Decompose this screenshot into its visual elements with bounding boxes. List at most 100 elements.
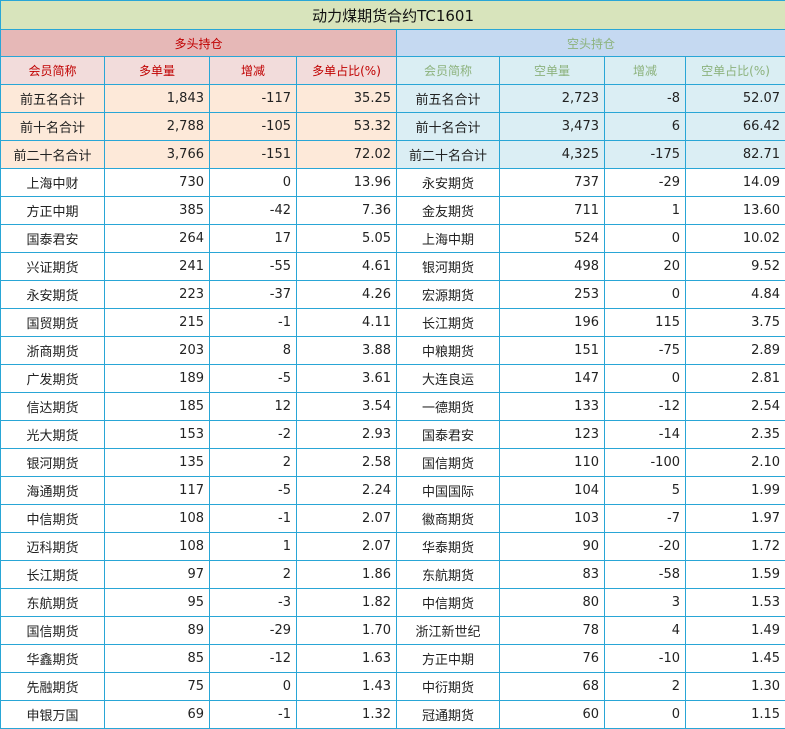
long-share-cell: 7.36 [296, 196, 397, 225]
long-member-cell: 申银万国 [0, 700, 105, 729]
short-volume-cell: 498 [499, 252, 605, 281]
short-change-cell: -10 [604, 644, 686, 673]
long-change-cell: -42 [209, 196, 297, 225]
short-change-cell: -75 [604, 336, 686, 365]
long-change-cell: -1 [209, 700, 297, 729]
long-change-cell: -117 [209, 84, 297, 113]
long-volume-cell: 95 [104, 588, 210, 617]
short-change-cell: 3 [604, 588, 686, 617]
long-member-cell: 中信期货 [0, 504, 105, 533]
long-member-cell: 迈科期货 [0, 532, 105, 561]
long-share-cell: 2.07 [296, 504, 397, 533]
long-change-cell: -37 [209, 280, 297, 309]
summary-row: 前十名合计 2,788 -105 53.32 前十名合计 3,473 6 66.42 [0, 112, 785, 141]
short-change-cell: -58 [604, 560, 686, 589]
short-member-cell: 前十名合计 [396, 112, 500, 141]
short-member-cell: 永安期货 [396, 168, 500, 197]
long-member-cell: 先融期货 [0, 672, 105, 701]
short-share-cell: 1.15 [684, 700, 785, 729]
long-change-cell: 8 [209, 336, 297, 365]
long-volume-cell: 223 [104, 280, 210, 309]
short-change-cell: -175 [604, 140, 686, 169]
long-member-cell: 前二十名合计 [0, 140, 105, 169]
short-volume-cell: 103 [499, 504, 605, 533]
long-member-cell: 兴证期货 [0, 252, 105, 281]
header-long-share: 多单占比(%) [296, 56, 397, 85]
long-share-cell: 53.32 [296, 112, 397, 141]
short-share-cell: 1.45 [684, 644, 785, 673]
short-share-cell: 13.60 [684, 196, 785, 225]
short-volume-cell: 253 [499, 280, 605, 309]
long-share-cell: 4.61 [296, 252, 397, 281]
short-share-cell: 2.54 [684, 392, 785, 421]
short-share-cell: 82.71 [684, 140, 785, 169]
long-share-cell: 2.07 [296, 532, 397, 561]
short-share-cell: 1.59 [684, 560, 785, 589]
summary-row: 前二十名合计 3,766 -151 72.02 前二十名合计 4,325 -175 82.71 [0, 140, 785, 169]
short-change-cell: 5 [604, 476, 686, 505]
header-long-change: 增减 [209, 56, 297, 85]
long-volume-cell: 135 [104, 448, 210, 477]
long-member-cell: 光大期货 [0, 420, 105, 449]
long-share-cell: 1.32 [296, 700, 397, 729]
short-change-cell: -12 [604, 392, 686, 421]
table-row: 申银万国 69 -1 1.32 冠通期货 60 0 1.15 [0, 700, 785, 729]
long-share-cell: 2.93 [296, 420, 397, 449]
table-row: 东航期货 95 -3 1.82 中信期货 80 3 1.53 [0, 588, 785, 617]
short-change-cell: -20 [604, 532, 686, 561]
long-volume-cell: 85 [104, 644, 210, 673]
short-member-cell: 中信期货 [396, 588, 500, 617]
long-share-cell: 4.11 [296, 308, 397, 337]
short-share-cell: 4.84 [684, 280, 785, 309]
short-share-cell: 9.52 [684, 252, 785, 281]
short-change-cell: -29 [604, 168, 686, 197]
long-share-cell: 5.05 [296, 224, 397, 253]
long-volume-cell: 730 [104, 168, 210, 197]
header-long-member: 会员简称 [0, 56, 105, 85]
short-volume-cell: 147 [499, 364, 605, 393]
long-change-cell: -55 [209, 252, 297, 281]
long-volume-cell: 153 [104, 420, 210, 449]
short-change-cell: 0 [604, 700, 686, 729]
short-share-cell: 3.75 [684, 308, 785, 337]
long-member-cell: 银河期货 [0, 448, 105, 477]
short-member-cell: 冠通期货 [396, 700, 500, 729]
table-row: 上海中财 730 0 13.96 永安期货 737 -29 14.09 [0, 168, 785, 197]
column-header-row: 会员简称 多单量 增减 多单占比(%) 会员简称 空单量 增减 空单占比(%) [0, 56, 785, 85]
long-share-cell: 1.43 [296, 672, 397, 701]
short-member-cell: 中国国际 [396, 476, 500, 505]
long-change-cell: -2 [209, 420, 297, 449]
short-volume-cell: 524 [499, 224, 605, 253]
long-share-cell: 3.54 [296, 392, 397, 421]
short-change-cell: 20 [604, 252, 686, 281]
table-row: 国泰君安 264 17 5.05 上海中期 524 0 10.02 [0, 224, 785, 253]
long-share-cell: 3.88 [296, 336, 397, 365]
table-row: 浙商期货 203 8 3.88 中粮期货 151 -75 2.89 [0, 336, 785, 365]
header-short-share: 空单占比(%) [684, 56, 785, 85]
long-member-cell: 广发期货 [0, 364, 105, 393]
short-member-cell: 一德期货 [396, 392, 500, 421]
short-member-cell: 方正中期 [396, 644, 500, 673]
long-volume-cell: 69 [104, 700, 210, 729]
long-change-cell: -1 [209, 308, 297, 337]
short-volume-cell: 110 [499, 448, 605, 477]
long-member-cell: 信达期货 [0, 392, 105, 421]
short-volume-cell: 80 [499, 588, 605, 617]
short-change-cell: -7 [604, 504, 686, 533]
long-change-cell: -29 [209, 616, 297, 645]
short-member-cell: 金友期货 [396, 196, 500, 225]
short-member-cell: 长江期货 [396, 308, 500, 337]
short-member-cell: 上海中期 [396, 224, 500, 253]
long-change-cell: -105 [209, 112, 297, 141]
positions-table: 动力煤期货合约TC1601 多头持仓 空头持仓 会员简称 多单量 增减 多单占比… [0, 0, 785, 729]
table-row: 国信期货 89 -29 1.70 浙江新世纪 78 4 1.49 [0, 616, 785, 645]
long-change-cell: -12 [209, 644, 297, 673]
short-share-cell: 10.02 [684, 224, 785, 253]
short-change-cell: 0 [604, 280, 686, 309]
short-volume-cell: 151 [499, 336, 605, 365]
table-row: 兴证期货 241 -55 4.61 银河期货 498 20 9.52 [0, 252, 785, 281]
long-change-cell: 17 [209, 224, 297, 253]
short-member-cell: 徽商期货 [396, 504, 500, 533]
long-member-cell: 前十名合计 [0, 112, 105, 141]
table-row: 长江期货 97 2 1.86 东航期货 83 -58 1.59 [0, 560, 785, 589]
